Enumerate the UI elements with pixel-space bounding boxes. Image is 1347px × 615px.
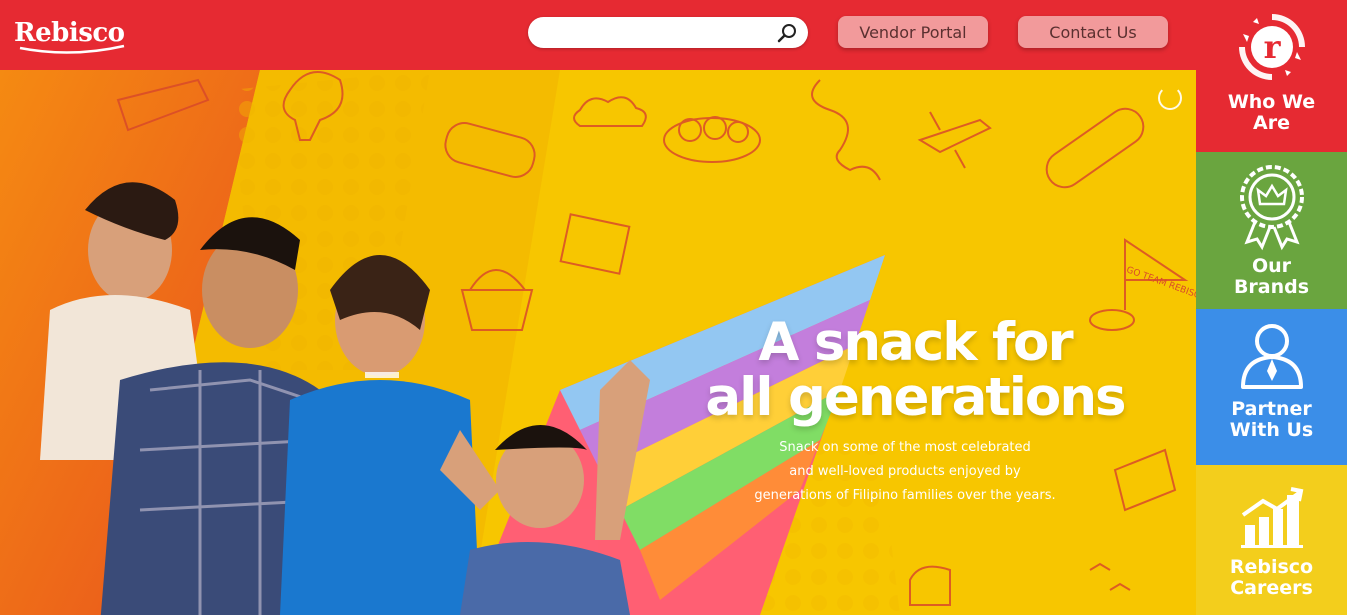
svg-text:r: r <box>1263 28 1281 66</box>
side-navigation: r Who We Are Our Brands Partner With Us <box>1196 0 1347 615</box>
nav-label: Rebisco <box>1229 556 1314 578</box>
nav-label: With Us <box>1229 419 1314 441</box>
hero-subtext: Snack on some of the most celebrated and… <box>730 436 1080 508</box>
nav-label: Who We <box>1227 91 1316 113</box>
logo-swoosh-icon <box>19 44 125 54</box>
nav-who-we-are[interactable]: r Who We Are <box>1196 0 1347 152</box>
subtext-line: Snack on some of the most celebrated <box>779 440 1031 455</box>
partner-person-icon <box>1240 324 1303 389</box>
contact-us-button[interactable]: Contact Us <box>1018 16 1168 48</box>
search-input[interactable] <box>528 17 808 48</box>
nav-label: Are <box>1253 112 1290 134</box>
subtext-line: and well-loved products enjoyed by <box>789 464 1021 479</box>
site-header: Rebisco Vendor Portal Contact Us <box>0 0 1196 70</box>
hero-banner: GO TEAM REBISCO! A snack for all generat… <box>0 70 1196 615</box>
crown-badge-icon <box>1239 165 1304 251</box>
nav-label: Our <box>1251 255 1292 277</box>
headline-line-2: all generations <box>705 367 1126 428</box>
rebisco-r-icon: r <box>1238 14 1305 80</box>
nav-partner-with-us[interactable]: Partner With Us <box>1196 309 1347 465</box>
nav-our-brands[interactable]: Our Brands <box>1196 152 1347 309</box>
nav-label: Partner <box>1231 398 1312 420</box>
nav-label: Brands <box>1233 276 1310 298</box>
headline-line-1: A snack for <box>758 312 1073 373</box>
loading-spinner-icon <box>1158 86 1182 110</box>
nav-label: Careers <box>1230 577 1313 599</box>
career-growth-icon <box>1240 487 1303 548</box>
vendor-portal-button[interactable]: Vendor Portal <box>838 16 988 48</box>
hero-headline: A snack for all generations <box>680 315 1150 425</box>
nav-rebisco-careers[interactable]: Rebisco Careers <box>1196 465 1347 615</box>
subtext-line: generations of Filipino families over th… <box>754 488 1056 503</box>
search-icon[interactable] <box>776 22 798 44</box>
